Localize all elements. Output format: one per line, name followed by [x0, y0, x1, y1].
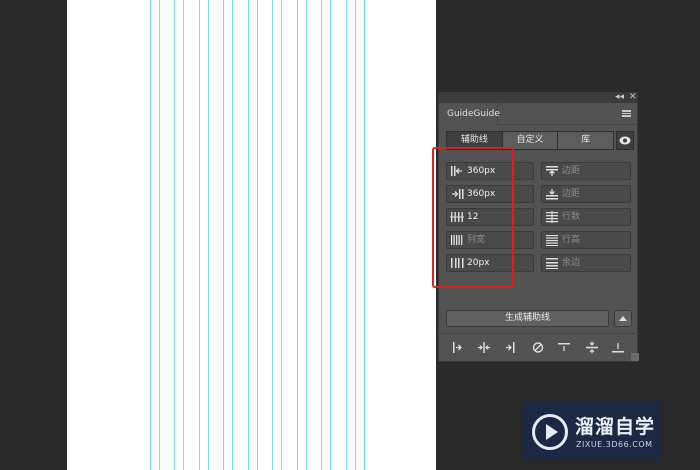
vertical-guide-line[interactable] [223, 0, 224, 470]
eye-icon [619, 136, 631, 145]
document-canvas[interactable] [67, 0, 436, 470]
row-height-placeholder: 行高 [562, 235, 581, 245]
guide-center-horizontal-icon[interactable] [585, 341, 599, 354]
collapse-panel-icon[interactable]: ◂◂ [615, 92, 624, 102]
rows-count-icon [546, 211, 558, 223]
vertical-guide-line[interactable] [183, 0, 184, 470]
panel-menu-icon[interactable] [622, 110, 631, 117]
row-gutter-placeholder: 余边 [562, 258, 581, 268]
vertical-guide-line[interactable] [281, 0, 282, 470]
vertical-guide-line[interactable] [174, 0, 175, 470]
annotation-highlight-box [432, 147, 514, 288]
guide-left-icon[interactable] [451, 341, 465, 354]
vertical-guide-line[interactable] [257, 0, 258, 470]
vertical-guide-line[interactable] [199, 0, 200, 470]
guide-top-icon[interactable] [557, 341, 571, 354]
toggle-guides-visibility-button[interactable] [616, 131, 634, 150]
vertical-guide-line[interactable] [364, 0, 365, 470]
vertical-guide-line[interactable] [330, 0, 331, 470]
watermark: 溜溜自学 ZIXUE.3D66.COM [522, 402, 659, 460]
rows-count-field[interactable]: 行数 [541, 208, 631, 226]
top-margin-placeholder: 边距 [562, 166, 581, 176]
rows-count-placeholder: 行数 [562, 212, 581, 222]
top-margin-field[interactable]: 边距 [541, 162, 631, 180]
vertical-guide-line[interactable] [346, 0, 347, 470]
quick-guides-toolbar [439, 333, 639, 361]
row-gutter-icon [546, 258, 558, 269]
vertical-guide-line[interactable] [297, 0, 298, 470]
vertical-guide-line[interactable] [248, 0, 249, 470]
vertical-guide-line[interactable] [272, 0, 273, 470]
vertical-guide-line[interactable] [150, 0, 151, 470]
vertical-guide-line[interactable] [306, 0, 307, 470]
row-gutter-field[interactable]: 余边 [541, 254, 631, 272]
bottom-margin-placeholder: 边距 [562, 189, 581, 199]
guide-bottom-icon[interactable] [611, 341, 625, 354]
vertical-guide-line[interactable] [232, 0, 233, 470]
expand-options-button[interactable] [614, 310, 632, 327]
row-height-icon [546, 235, 558, 246]
bottom-margin-icon [546, 189, 558, 200]
panel-resize-grip[interactable] [631, 353, 639, 361]
vertical-guide-line[interactable] [355, 0, 356, 470]
watermark-url: ZIXUE.3D66.COM [576, 440, 653, 449]
play-logo-icon [532, 414, 568, 450]
bottom-margin-field[interactable]: 边距 [541, 185, 631, 203]
generate-guides-button[interactable]: 生成辅助线 [446, 310, 609, 327]
vertical-guide-line[interactable] [159, 0, 160, 470]
panel-title-tab[interactable]: GuideGuide [440, 103, 500, 125]
vertical-guide-line[interactable] [321, 0, 322, 470]
panel-title-row: GuideGuide [439, 103, 637, 125]
tab-library[interactable]: 库 [558, 132, 613, 149]
guide-center-vertical-icon[interactable] [477, 341, 491, 354]
panel-header-strip: ◂◂ ✕ [439, 92, 637, 103]
close-panel-icon[interactable]: ✕ [629, 92, 637, 102]
vertical-guide-line[interactable] [208, 0, 209, 470]
top-margin-icon [546, 166, 558, 176]
clear-guides-icon[interactable] [531, 341, 545, 354]
watermark-name: 溜溜自学 [575, 416, 656, 438]
guide-right-icon[interactable] [503, 341, 517, 354]
row-height-field[interactable]: 行高 [541, 231, 631, 249]
